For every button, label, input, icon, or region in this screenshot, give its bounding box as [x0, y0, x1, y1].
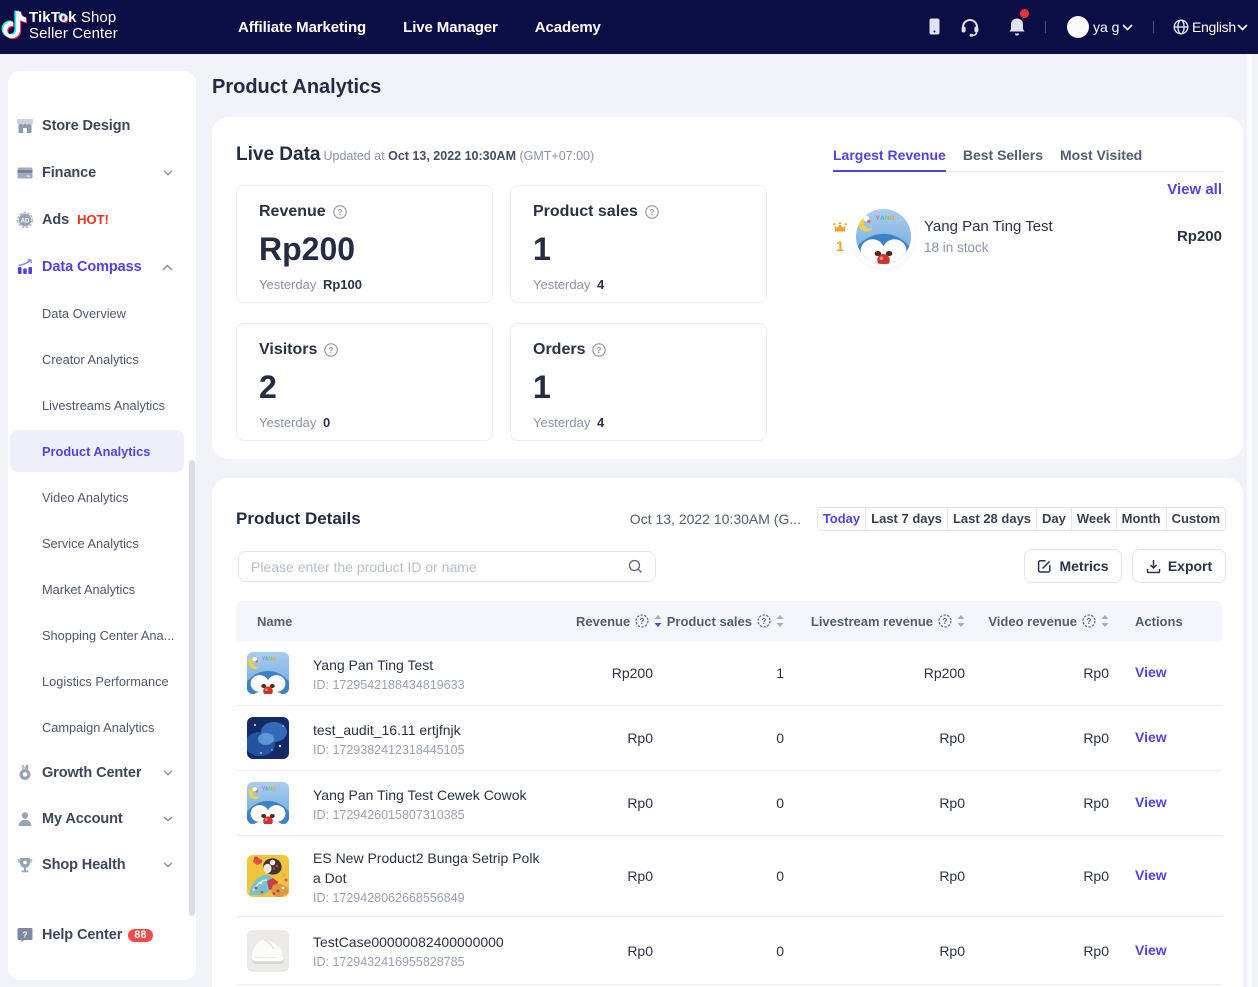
svg-text:AD: AD: [21, 218, 30, 224]
svg-text:?: ?: [762, 617, 767, 626]
svg-text:?: ?: [597, 346, 602, 355]
svg-text:?: ?: [943, 617, 948, 626]
svg-text:?: ?: [22, 929, 27, 939]
svg-text:?: ?: [649, 208, 654, 217]
svg-text:?: ?: [337, 208, 342, 217]
svg-text:?: ?: [1087, 617, 1092, 626]
svg-text:?: ?: [640, 617, 645, 626]
svg-text:?: ?: [329, 346, 334, 355]
